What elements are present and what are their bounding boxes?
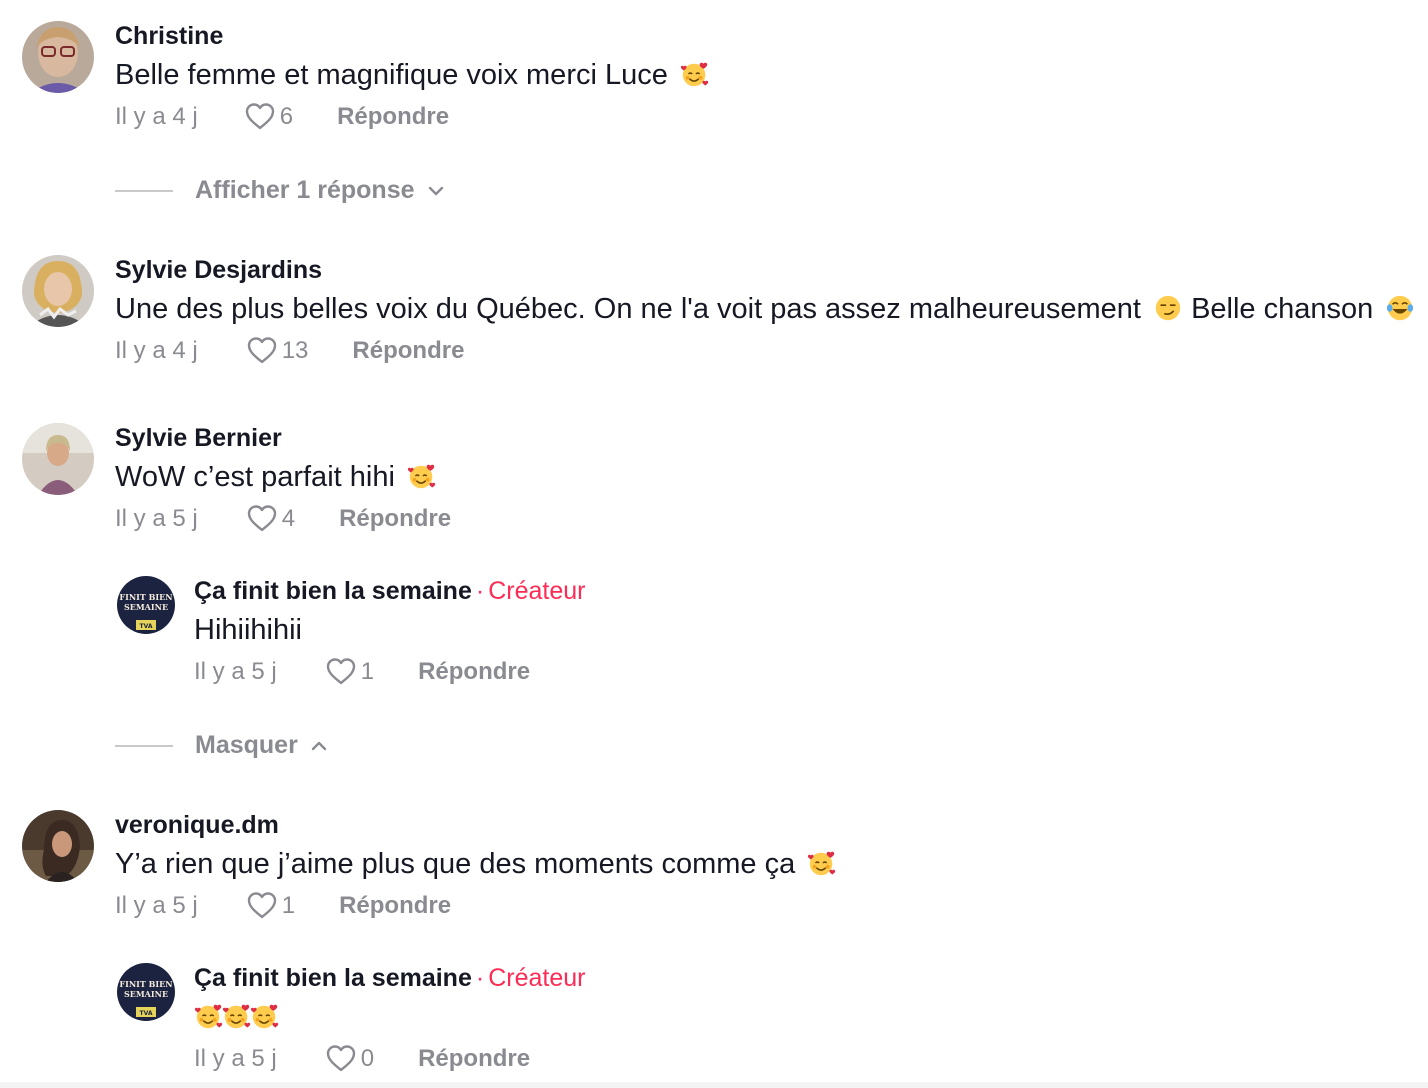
comment-meta: Il y a 4 j 6 Répondre <box>115 99 710 135</box>
separator-dot: · <box>475 577 485 605</box>
creator-avatar[interactable]: FINIT BIEN SEMAINE TVA <box>117 963 175 1021</box>
bottom-edge <box>0 1082 1428 1088</box>
reply-button[interactable]: Répondre <box>418 658 530 686</box>
reply-button[interactable]: Répondre <box>337 103 449 131</box>
like-count: 6 <box>279 103 294 130</box>
heart-icon <box>246 335 278 367</box>
creator-username[interactable]: Ça finit bien la semaine <box>194 964 472 992</box>
reply-time: Il y a 5 j <box>194 658 277 685</box>
comment-meta: Il y a 4 j 13 Répondre <box>115 333 1415 369</box>
reply-button[interactable]: Répondre <box>418 1045 530 1073</box>
like-button[interactable]: 1 <box>325 656 374 688</box>
reply-button[interactable]: Répondre <box>339 505 451 533</box>
like-button[interactable]: 4 <box>246 503 295 535</box>
avatar[interactable] <box>22 21 94 93</box>
divider <box>115 744 173 747</box>
comment-meta: Il y a 5 j 4 Répondre <box>115 501 451 537</box>
avatar-text-line1: FINIT BIEN <box>119 979 172 989</box>
like-button[interactable]: 1 <box>246 890 295 922</box>
comment-time: Il y a 5 j <box>115 505 198 532</box>
reply-time: Il y a 5 j <box>194 1045 277 1072</box>
comment-body: Sylvie Desjardins Une des plus belles vo… <box>115 255 1415 369</box>
avatar[interactable] <box>22 255 94 327</box>
comment-text: Y’a rien que j’aime plus que des moments… <box>115 846 837 882</box>
reply-body: Ça finit bien la semaine · Créateur Il y a… <box>194 963 585 1077</box>
comment-body: Sylvie Bernier WoW c’est parfait hihi Il… <box>115 423 451 537</box>
heart-icon <box>325 1043 357 1075</box>
separator-dot: · <box>475 964 485 992</box>
heart-icon <box>325 656 357 688</box>
comment-text: Une des plus belles voix du Québec. On n… <box>115 291 1415 327</box>
like-button[interactable]: 0 <box>325 1043 374 1075</box>
like-count: 1 <box>360 658 375 685</box>
divider <box>115 189 173 192</box>
creator-username[interactable]: Ça finit bien la semaine <box>194 577 472 605</box>
heart-icon <box>244 101 276 133</box>
comment-time: Il y a 4 j <box>115 337 198 364</box>
show-replies-label: Afficher 1 réponse <box>195 176 415 204</box>
comment-text: Belle femme et magnifique voix merci Luc… <box>115 57 710 93</box>
like-button[interactable]: 13 <box>246 335 309 367</box>
chevron-up-icon <box>311 741 327 750</box>
comment-body: veronique.dm Y’a rien que j’aime plus qu… <box>115 810 837 924</box>
hide-replies-button[interactable]: Masquer <box>115 731 330 760</box>
face-with-tears-of-joy-icon <box>1385 293 1415 323</box>
comment-time: Il y a 5 j <box>115 892 198 919</box>
like-count: 4 <box>281 505 296 532</box>
chevron-down-icon <box>428 186 443 195</box>
avatar-text-line3: TVA <box>140 1010 153 1017</box>
comment-username[interactable]: Christine <box>115 21 710 51</box>
avatar[interactable] <box>22 423 94 495</box>
reply-meta: Il y a 5 j 1 Répondre <box>194 654 585 690</box>
comment-username[interactable]: Sylvie Desjardins <box>115 255 1415 285</box>
comment-time: Il y a 4 j <box>115 103 198 130</box>
smiling-face-with-hearts-icon <box>680 59 710 89</box>
smirking-face-icon <box>1153 293 1183 323</box>
comment-username[interactable]: veronique.dm <box>115 810 837 840</box>
smiling-face-with-hearts-icon <box>807 848 837 878</box>
reply-meta: Il y a 5 j 0 Répondre <box>194 1041 585 1077</box>
reply-text: Hihiihihii <box>194 614 302 646</box>
avatar[interactable] <box>22 810 94 882</box>
creator-badge: Créateur <box>488 577 586 605</box>
reply-button[interactable]: Répondre <box>339 892 451 920</box>
reply-button[interactable]: Répondre <box>352 337 464 365</box>
comment-meta: Il y a 5 j 1 Répondre <box>115 888 837 924</box>
avatar-text-line2: SEMAINE <box>124 989 168 999</box>
heart-icon <box>246 890 278 922</box>
like-count: 13 <box>281 337 309 364</box>
like-count: 0 <box>360 1045 375 1072</box>
hide-replies-label: Masquer <box>195 731 298 759</box>
smiling-face-with-hearts-icon <box>407 461 437 491</box>
avatar-text-line3: TVA <box>140 623 153 630</box>
heart-icon <box>246 503 278 535</box>
reply-body: Ça finit bien la semaine · Créateur Hihiih… <box>194 576 585 690</box>
creator-avatar[interactable]: FINIT BIEN SEMAINE TVA <box>117 576 175 634</box>
comment-username[interactable]: Sylvie Bernier <box>115 423 451 453</box>
smiling-face-with-hearts-icon <box>194 1001 224 1031</box>
reply-text <box>194 999 585 1035</box>
like-button[interactable]: 6 <box>244 101 293 133</box>
comment-body: Christine Belle femme et magnifique voix… <box>115 21 710 135</box>
like-count: 1 <box>281 892 296 919</box>
comment-text: WoW c’est parfait hihi <box>115 459 451 495</box>
show-replies-button[interactable]: Afficher 1 réponse <box>115 176 447 205</box>
smiling-face-with-hearts-icon <box>250 1001 280 1031</box>
avatar-text-line2: SEMAINE <box>124 602 168 612</box>
reply-username: Ça finit bien la semaine · Créateur <box>194 963 585 993</box>
reply-username: Ça finit bien la semaine · Créateur <box>194 576 585 606</box>
smiling-face-with-hearts-icon <box>222 1001 252 1031</box>
avatar-text-line1: FINIT BIEN <box>119 592 172 602</box>
creator-badge: Créateur <box>488 964 586 992</box>
